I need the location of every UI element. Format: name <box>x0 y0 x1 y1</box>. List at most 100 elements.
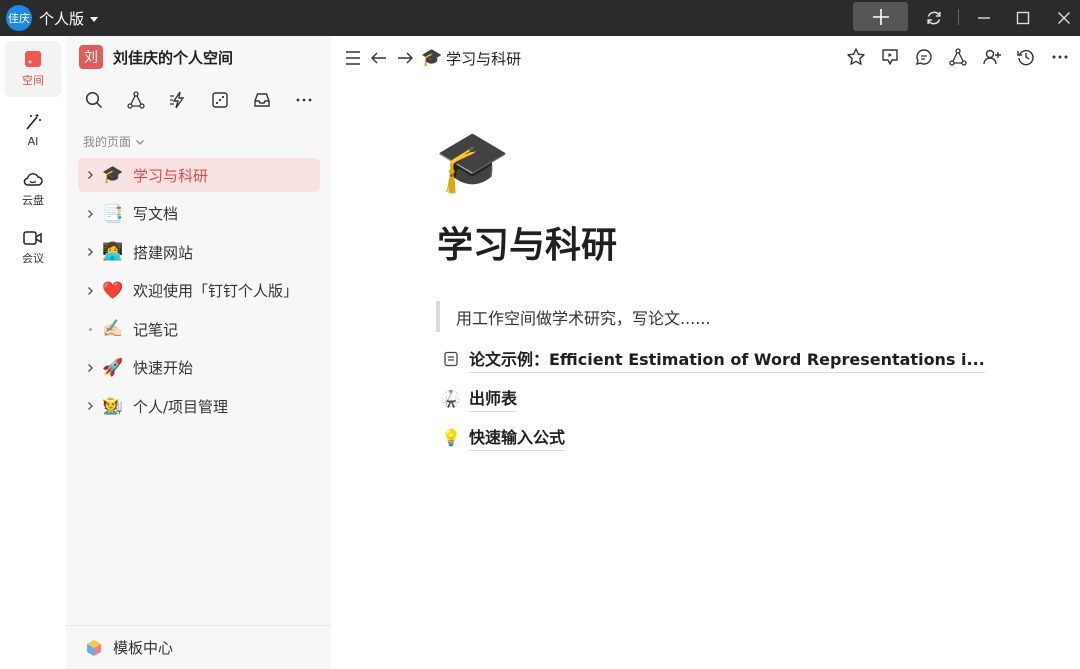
favorite-button[interactable] <box>844 45 868 69</box>
page-label: 记笔记 <box>133 320 179 339</box>
app-rail: 空间 AI 云盘 会议 <box>0 36 66 669</box>
plus-icon <box>872 8 889 25</box>
close-button[interactable] <box>1050 4 1078 32</box>
history-button[interactable] <box>1014 45 1038 69</box>
breadcrumb-current[interactable]: 学习与科研 <box>446 48 521 69</box>
graph-nodes-icon <box>127 91 145 109</box>
page-label: 个人/项目管理 <box>133 397 229 416</box>
quick-actions-button[interactable] <box>166 88 190 112</box>
rail-item-meeting[interactable]: 会议 <box>5 220 61 276</box>
page-title[interactable]: 学习与科研 <box>437 216 617 268</box>
random-page-button[interactable] <box>208 88 232 112</box>
inbox-icon <box>254 93 270 107</box>
page-item-write-docs[interactable]: 📑 写文档 <box>78 197 320 231</box>
writing-hand-icon: ✍🏻 <box>102 319 124 339</box>
sidebar-toolbar <box>82 88 318 112</box>
rail-item-space[interactable]: 空间 <box>5 41 61 97</box>
presentation-icon <box>882 49 898 65</box>
chevron-right-icon[interactable] <box>79 170 101 180</box>
graph-view-button[interactable] <box>946 45 970 69</box>
chevron-right-icon[interactable] <box>79 401 101 411</box>
video-icon <box>23 231 42 245</box>
graduation-cap-icon: 🎓 <box>102 165 124 185</box>
rail-label: 云盘 <box>22 194 44 207</box>
titlebar-divider <box>958 9 959 25</box>
page-label: 欢迎使用「钉钉个人版」 <box>133 282 299 300</box>
lightbulb-icon: 💡 <box>441 427 461 447</box>
workspace-title: 刘佳庆的个人空间 <box>113 48 234 67</box>
graph-button[interactable] <box>124 88 148 112</box>
rail-item-cloud[interactable]: 云盘 <box>5 161 61 217</box>
history-icon <box>1017 49 1034 66</box>
page-label: 快速开始 <box>133 359 194 377</box>
search-button[interactable] <box>82 88 106 112</box>
section-header-my-pages[interactable]: 我的页面 <box>83 133 145 150</box>
breadcrumb-bar: 🎓 学习与科研 <box>341 46 521 70</box>
graduation-cap-icon: 🎓 <box>421 48 443 68</box>
share-button[interactable] <box>980 45 1004 69</box>
sidebar: 刘 刘佳庆的个人空间 我的页面 🎓 学习与科研 <box>66 36 331 669</box>
heart-icon: ❤️ <box>102 280 124 301</box>
quote-text: 用工作空间做学术研究，写论文...... <box>456 308 711 328</box>
workspace-header[interactable]: 刘 刘佳庆的个人空间 <box>79 45 233 69</box>
page-item-notes[interactable]: ✍🏻 记笔记 <box>78 312 320 346</box>
template-center-button[interactable]: 模板中心 <box>66 625 331 669</box>
account-switcher-label[interactable]: 个人版 <box>39 8 84 29</box>
section-label: 我的页面 <box>83 135 132 149</box>
subpage-title: 快速输入公式 <box>469 424 566 451</box>
toggle-sidebar-button[interactable] <box>341 46 365 70</box>
page-item-research[interactable]: 🎓 学习与科研 <box>78 158 320 192</box>
page-label: 搭建网站 <box>133 243 194 262</box>
search-icon <box>85 91 103 109</box>
dice-icon <box>212 92 228 108</box>
forward-button[interactable] <box>393 46 417 70</box>
maximize-button[interactable] <box>1009 4 1037 32</box>
more-button[interactable] <box>1048 45 1072 69</box>
more-button[interactable] <box>292 88 316 112</box>
subpage-title: 出师表 <box>469 385 518 412</box>
comments-button[interactable] <box>912 45 936 69</box>
quote-block[interactable]: 用工作空间做学术研究，写论文...... <box>436 301 711 332</box>
chevron-right-icon[interactable] <box>79 247 101 257</box>
title-bar: 佳庆 个人版 <box>0 0 1080 36</box>
page-label: 写文档 <box>133 205 179 223</box>
chevron-right-icon[interactable] <box>79 209 101 219</box>
back-button[interactable] <box>367 46 391 70</box>
more-icon <box>1052 55 1068 59</box>
cloud-icon <box>23 173 43 186</box>
comment-icon <box>915 49 932 65</box>
caret-down-icon[interactable] <box>90 16 99 22</box>
rail-label: 会议 <box>22 252 44 265</box>
user-avatar[interactable]: 佳庆 <box>6 5 32 31</box>
present-button[interactable] <box>878 45 902 69</box>
subpage-link[interactable]: 🥋 出师表 <box>441 385 518 412</box>
arrow-left-icon <box>371 52 386 64</box>
sync-button[interactable] <box>920 4 948 32</box>
minimize-button[interactable] <box>970 4 998 32</box>
page-item-build-site[interactable]: 👩‍💻 搭建网站 <box>78 235 320 269</box>
page-icon[interactable]: 🎓 <box>435 128 510 196</box>
chevron-right-icon[interactable] <box>79 286 101 296</box>
page-tree: 🎓 学习与科研 📑 写文档 👩‍💻 搭建网站 ❤️ 欢迎使用「钉钉个人版」 ✍🏻… <box>78 158 320 428</box>
lightning-icon <box>170 91 185 109</box>
add-user-icon <box>983 49 1001 65</box>
menu-icon <box>346 51 360 65</box>
chevron-right-icon[interactable] <box>79 363 101 373</box>
space-icon <box>25 51 41 67</box>
page-item-quick-start[interactable]: 🚀 快速开始 <box>78 351 320 385</box>
page-item-welcome[interactable]: ❤️ 欢迎使用「钉钉个人版」 <box>78 274 320 308</box>
ai-wand-icon <box>26 113 41 130</box>
rail-item-ai[interactable]: AI <box>5 102 61 158</box>
new-button[interactable] <box>853 2 908 31</box>
page-item-project-mgmt[interactable]: 🧑‍🌾 个人/项目管理 <box>78 389 320 423</box>
subpage-link[interactable]: 论文示例：Efficient Estimation of Word Repres… <box>441 346 985 373</box>
chevron-down-icon <box>136 139 144 145</box>
subpage-title: 论文示例：Efficient Estimation of Word Repres… <box>469 346 985 373</box>
cube-icon <box>87 639 101 656</box>
graph-nodes-icon <box>949 48 967 66</box>
martial-arts-icon: 🥋 <box>441 388 461 408</box>
inbox-button[interactable] <box>250 88 274 112</box>
technologist-icon: 👩‍💻 <box>102 242 124 262</box>
page-actions <box>834 45 1072 69</box>
subpage-link[interactable]: 💡 快速输入公式 <box>441 424 566 451</box>
